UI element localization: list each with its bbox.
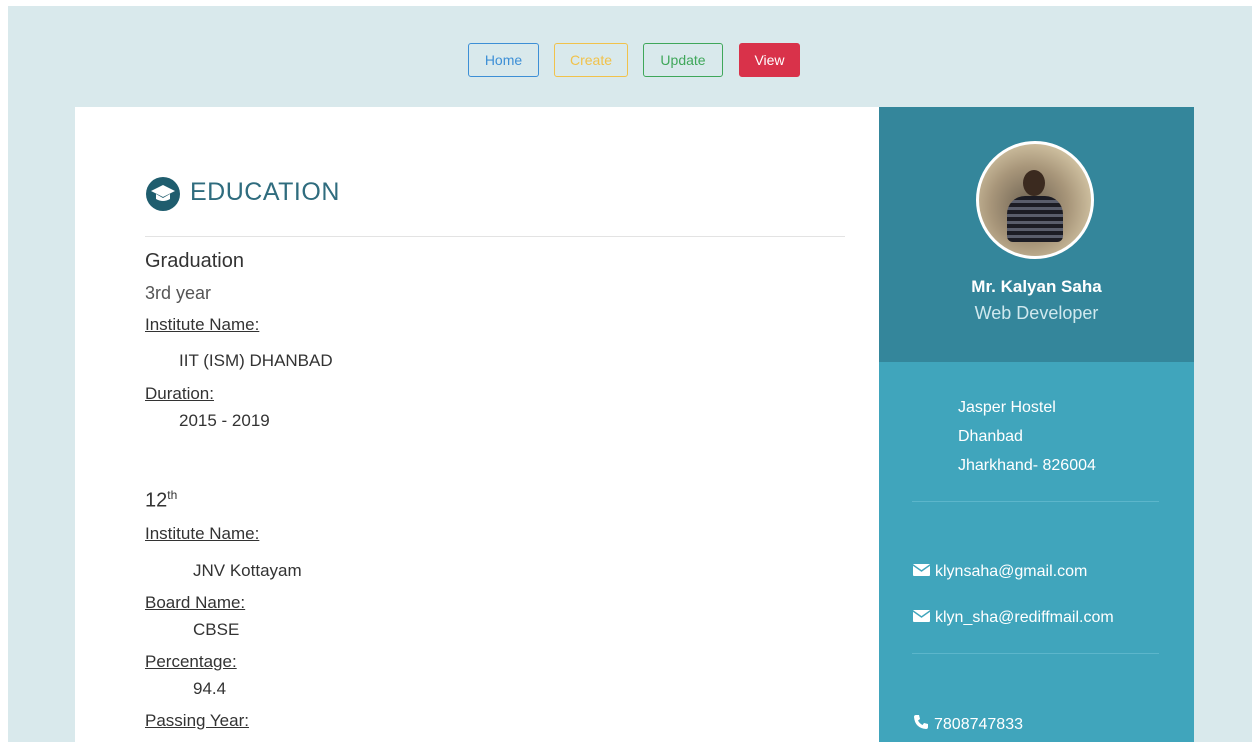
phone-text: 7808747833 [934,715,1023,733]
phone-icon [913,714,929,735]
phone-item[interactable]: 7808747833 [913,714,1023,735]
home-button[interactable]: Home [468,43,539,77]
view-button[interactable]: View [739,43,800,77]
section-divider [145,236,845,237]
profile-name: Mr. Kalyan Saha [971,277,1102,296]
graduation-cap-icon [146,177,180,211]
email-text: klynsaha@gmail.com [935,563,1088,580]
graduation-title: Graduation [145,250,244,272]
graduation-duration: 2015 - 2019 [179,411,270,430]
contact-divider [912,653,1159,654]
email-text: klyn_sha@rediffmail.com [935,609,1114,626]
education-heading: EDUCATION [190,178,340,206]
board-name: CBSE [193,620,240,639]
create-button[interactable]: Create [554,43,628,77]
envelope-icon [912,609,931,627]
email-item[interactable]: klyn_sha@rediffmail.com [912,609,1114,627]
percentage-value: 94.4 [193,679,227,698]
address-line-3: Jharkhand- 826004 [958,457,1096,474]
twelfth-title: 12th [145,488,177,513]
passing-year-label: Passing Year: [145,711,249,730]
top-nav: Home Create Update View [0,43,1252,79]
twelfth-title-sup: th [167,488,178,502]
address-line-1: Jasper Hostel [958,399,1056,416]
graduation-duration-label: Duration: [145,384,214,403]
profile-role: Web Developer [974,303,1099,323]
twelfth-institute: JNV Kottayam [193,561,302,580]
avatar [976,141,1094,259]
email-item[interactable]: klynsaha@gmail.com [912,563,1088,581]
percentage-label: Percentage: [145,652,237,671]
update-button[interactable]: Update [643,43,723,77]
envelope-icon [912,563,931,581]
board-label: Board Name: [145,593,246,612]
avatar-head [1023,170,1045,196]
avatar-body [1007,196,1063,242]
contact-divider [912,501,1159,502]
twelfth-title-base: 12 [145,489,168,512]
twelfth-institute-label: Institute Name: [145,524,260,543]
profile-contact-panel [879,362,1194,742]
address-line-2: Dhanbad [958,428,1023,445]
graduation-institute: IIT (ISM) DHANBAD [179,351,333,370]
graduation-institute-label: Institute Name: [145,315,260,334]
graduation-year: 3rd year [145,283,212,303]
